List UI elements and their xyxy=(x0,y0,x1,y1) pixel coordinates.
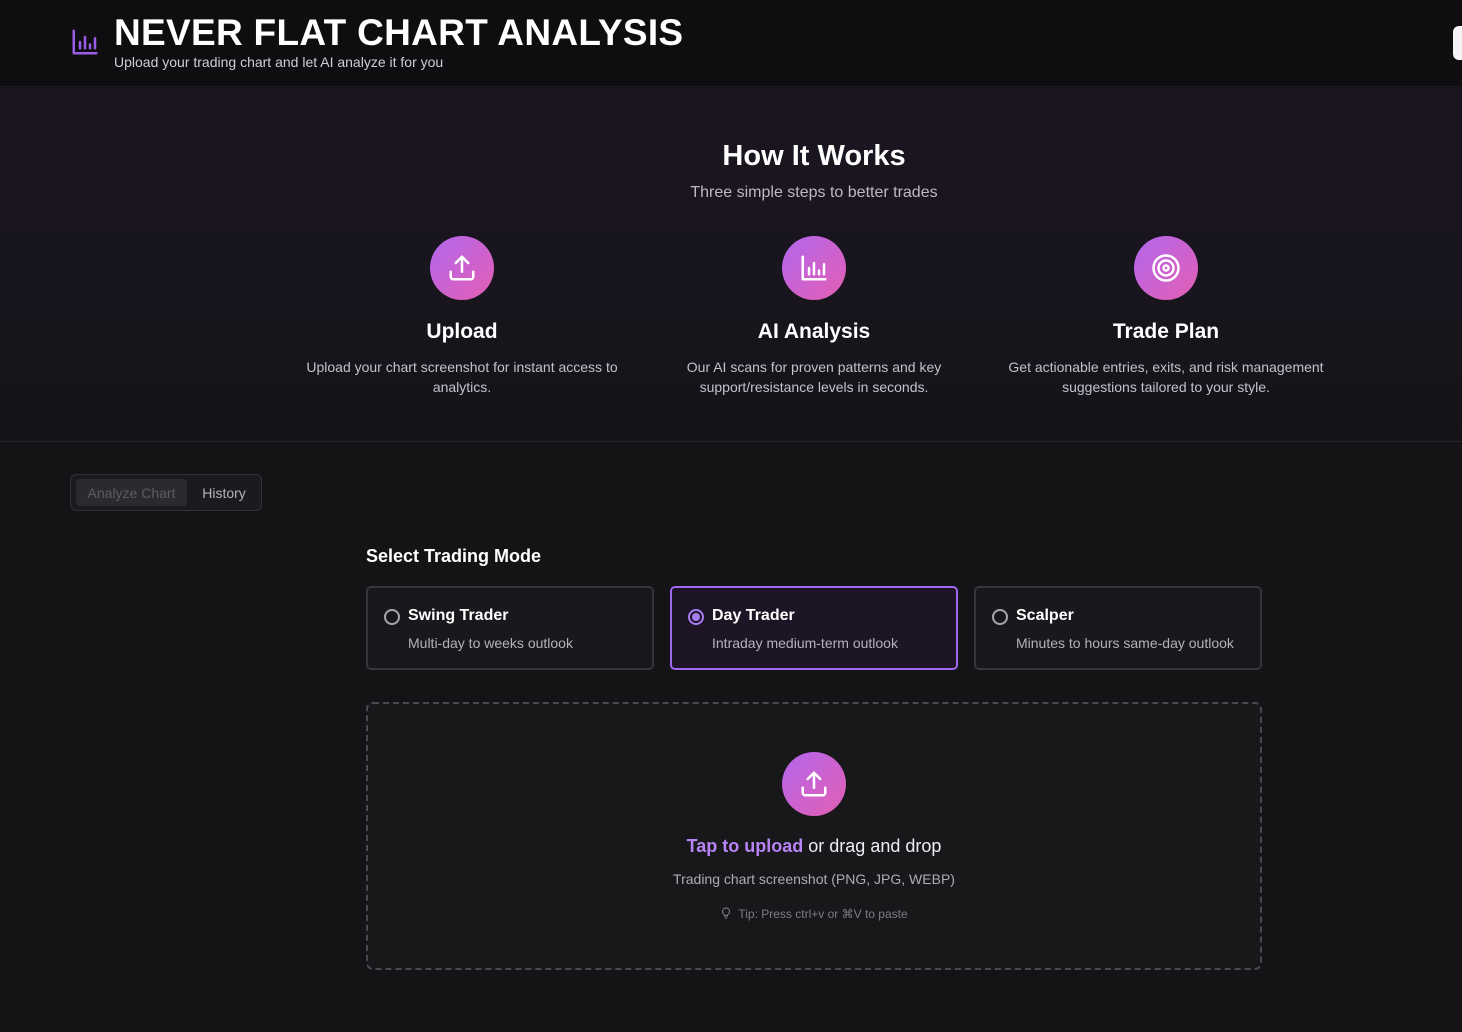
target-icon xyxy=(1152,254,1180,282)
step-description: Our AI scans for proven patterns and key… xyxy=(686,359,942,395)
upload-icon xyxy=(449,255,475,281)
upload-icon xyxy=(801,771,827,797)
radio-button[interactable] xyxy=(992,609,1008,625)
paste-tip: Tip: Press ctrl+v or ⌘V to paste xyxy=(368,906,1260,921)
upload-prompt: Tap to upload or drag and drop xyxy=(368,836,1260,857)
bar-chart-icon xyxy=(801,255,827,281)
step-title: AI Analysis xyxy=(757,320,871,343)
how-it-works-subtitle: Three simple steps to better trades xyxy=(690,184,938,201)
paste-tip-text: Tip: Press ctrl+v or ⌘V to paste xyxy=(738,907,908,921)
view-tabs: Analyze Chart History xyxy=(70,474,262,511)
step-description: Upload your chart screenshot for instant… xyxy=(306,359,618,395)
trading-mode-heading: Select Trading Mode xyxy=(366,546,542,566)
app-subtitle: Upload your trading chart and let AI ana… xyxy=(114,54,444,70)
step-title: Upload xyxy=(426,320,498,343)
tap-to-upload-link[interactable]: Tap to upload xyxy=(687,836,804,856)
how-it-works-title: How It Works xyxy=(722,140,906,172)
mode-name: Scalper xyxy=(1016,607,1074,624)
step-trade-plan: Trade Plan Get actionable entries, exits… xyxy=(996,236,1336,397)
app-header: NEVER FLAT CHART ANALYSIS Upload your tr… xyxy=(0,0,1462,87)
upload-prompt-rest: or drag and drop xyxy=(803,836,942,856)
upload-button[interactable] xyxy=(782,752,846,816)
tab-history[interactable]: History xyxy=(189,479,259,506)
step-title: Trade Plan xyxy=(1112,320,1220,343)
mode-name: Day Trader xyxy=(712,607,795,624)
mode-option-scalper[interactable]: Scalper Minutes to hours same-day outloo… xyxy=(974,586,1262,670)
bar-chart-icon xyxy=(72,29,98,55)
radio-button[interactable] xyxy=(688,609,704,625)
step-description: Get actionable entries, exits, and risk … xyxy=(1008,359,1324,395)
step-upload: Upload Upload your chart screenshot for … xyxy=(292,236,632,397)
mode-option-swing-trader[interactable]: Swing Trader Multi-day to weeks outlook xyxy=(366,586,654,670)
mode-option-day-trader[interactable]: Day Trader Intraday medium-term outlook xyxy=(670,586,958,670)
mode-description: Minutes to hours same-day outlook xyxy=(1016,635,1234,651)
lightbulb-icon xyxy=(722,907,731,919)
step-ai-analysis: AI Analysis Our AI scans for proven patt… xyxy=(644,236,984,397)
step-icon-circle xyxy=(782,236,846,300)
step-icon-circle xyxy=(430,236,494,300)
step-icon-circle xyxy=(1134,236,1198,300)
header-action-button[interactable] xyxy=(1453,26,1462,60)
upload-formats: Trading chart screenshot (PNG, JPG, WEBP… xyxy=(673,871,955,887)
app-title: NEVER FLAT CHART ANALYSIS xyxy=(114,12,684,53)
how-it-works-section: How It Works Three simple steps to bette… xyxy=(0,88,1462,442)
mode-name: Swing Trader xyxy=(408,607,509,624)
tab-analyze-chart[interactable]: Analyze Chart xyxy=(76,479,187,506)
mode-description: Intraday medium-term outlook xyxy=(712,635,898,651)
mode-description: Multi-day to weeks outlook xyxy=(408,635,573,651)
radio-button[interactable] xyxy=(384,609,400,625)
upload-dropzone[interactable]: Tap to upload or drag and drop Trading c… xyxy=(366,702,1262,970)
